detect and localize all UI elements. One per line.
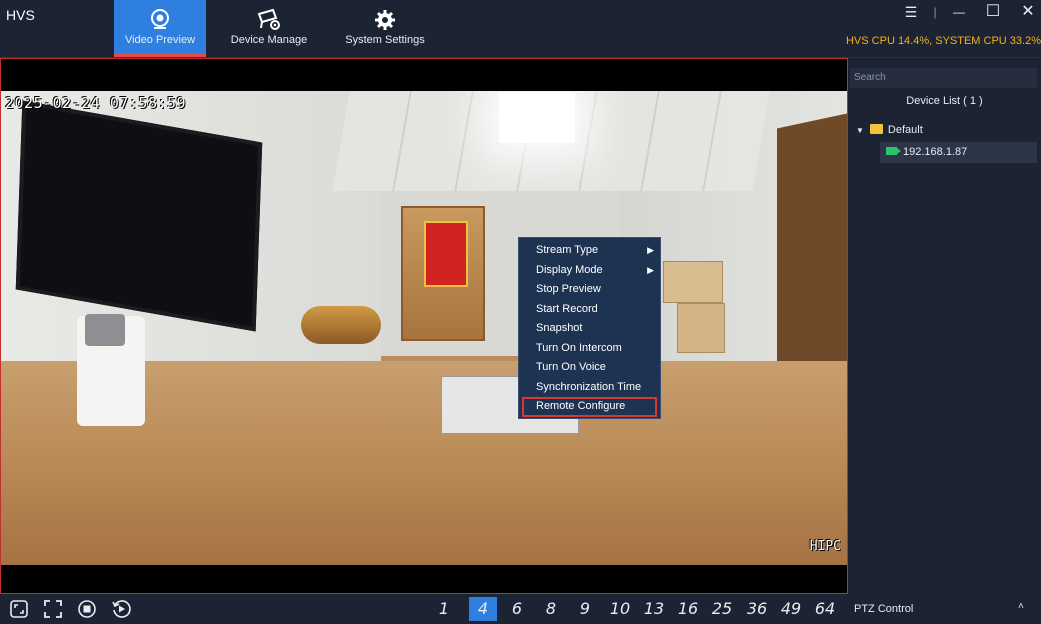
top-bar: HVS Video Preview Device Manage System S… — [0, 0, 1041, 58]
fullscreen-icon[interactable] — [43, 599, 63, 619]
close-button[interactable]: ✕ — [1018, 3, 1038, 21]
split-10[interactable]: 10 — [606, 597, 634, 621]
search-input[interactable]: Search — [850, 68, 1037, 88]
split-64[interactable]: 64 — [811, 597, 839, 621]
tree-device-item[interactable]: 192.168.1.87 — [880, 142, 1037, 163]
split-4[interactable]: 4 — [469, 597, 497, 621]
menu-item-stop-preview[interactable]: Stop Preview — [519, 280, 660, 300]
split-1[interactable]: 1 — [430, 597, 458, 621]
webcam-icon — [151, 9, 169, 29]
split-9[interactable]: 9 — [571, 597, 599, 621]
gear-icon — [375, 10, 395, 30]
folder-icon — [869, 124, 883, 134]
menu-item-remote-configure[interactable]: Remote Configure — [522, 397, 657, 417]
osd-watermark: HIPC — [809, 539, 841, 554]
camera-icon — [886, 147, 901, 155]
menu-item-snapshot[interactable]: Snapshot — [519, 319, 660, 339]
minimize-button[interactable]: — — [949, 3, 969, 21]
tab-device-manage[interactable]: Device Manage — [223, 0, 315, 54]
split-13[interactable]: 13 — [640, 597, 668, 621]
bottom-toolbar: 1 4 6 8 9 10 13 16 25 36 49 64 PTZ Contr… — [0, 594, 1041, 624]
menu-item-turn-on-intercom[interactable]: Turn On Intercom — [519, 339, 660, 359]
ptz-control-toggle[interactable]: PTZ Control — [854, 603, 913, 615]
menu-item-start-record[interactable]: Start Record — [519, 300, 660, 320]
device-sidebar: Search Device List ( 1 ) ▼ Default 192.16… — [848, 58, 1041, 594]
split-25[interactable]: 25 — [708, 597, 736, 621]
menu-item-stream-type[interactable]: Stream Type ▶ — [519, 241, 660, 261]
split-36[interactable]: 36 — [743, 597, 771, 621]
tab-label: Device Manage — [230, 34, 308, 46]
chevron-up-icon[interactable]: ˄ — [1018, 601, 1024, 612]
app-title: HVS — [6, 7, 35, 23]
menu-icon[interactable]: ☰ — [901, 3, 921, 21]
tab-system-settings[interactable]: System Settings — [339, 0, 431, 54]
chevron-right-icon: ▶ — [647, 245, 654, 255]
replay-icon[interactable] — [111, 599, 131, 619]
device-label: 192.168.1.87 — [903, 146, 968, 158]
camera-feed — [1, 91, 847, 565]
chevron-right-icon: ▶ — [647, 264, 654, 275]
tab-label: Video Preview — [124, 34, 196, 46]
tab-video-preview[interactable]: Video Preview — [114, 0, 206, 57]
tree-group-default[interactable]: ▼ Default — [856, 124, 923, 136]
caret-down-icon[interactable]: ▼ — [856, 126, 864, 135]
osd-timestamp: 2025-02-24 07:58:59 — [5, 94, 187, 112]
fit-screen-icon[interactable] — [9, 599, 29, 619]
menu-item-display-mode[interactable]: Display Mode ▶ — [519, 261, 660, 281]
menu-item-turn-on-voice[interactable]: Turn On Voice — [519, 358, 660, 378]
tab-label: System Settings — [345, 34, 425, 46]
split-8[interactable]: 8 — [537, 597, 565, 621]
video-window[interactable]: 2025-02-24 07:58:59 HIPC — [0, 58, 848, 594]
menu-item-synchronization-time[interactable]: Synchronization Time — [519, 378, 660, 398]
split-6[interactable]: 6 — [503, 597, 531, 621]
split-16[interactable]: 16 — [674, 597, 702, 621]
cpu-status: HVS CPU 14.4%, SYSTEM CPU 33.2% — [845, 35, 1041, 47]
separator: | — [933, 5, 937, 19]
stop-all-icon[interactable] — [77, 599, 97, 619]
device-list-title: Device List ( 1 ) — [906, 95, 983, 107]
maximize-button[interactable]: ☐ — [983, 3, 1003, 21]
group-label: Default — [887, 124, 923, 136]
context-menu: Stream Type ▶ Display Mode ▶ Stop Previe… — [518, 237, 661, 419]
split-49[interactable]: 49 — [777, 597, 805, 621]
camera-gear-icon — [257, 8, 280, 30]
